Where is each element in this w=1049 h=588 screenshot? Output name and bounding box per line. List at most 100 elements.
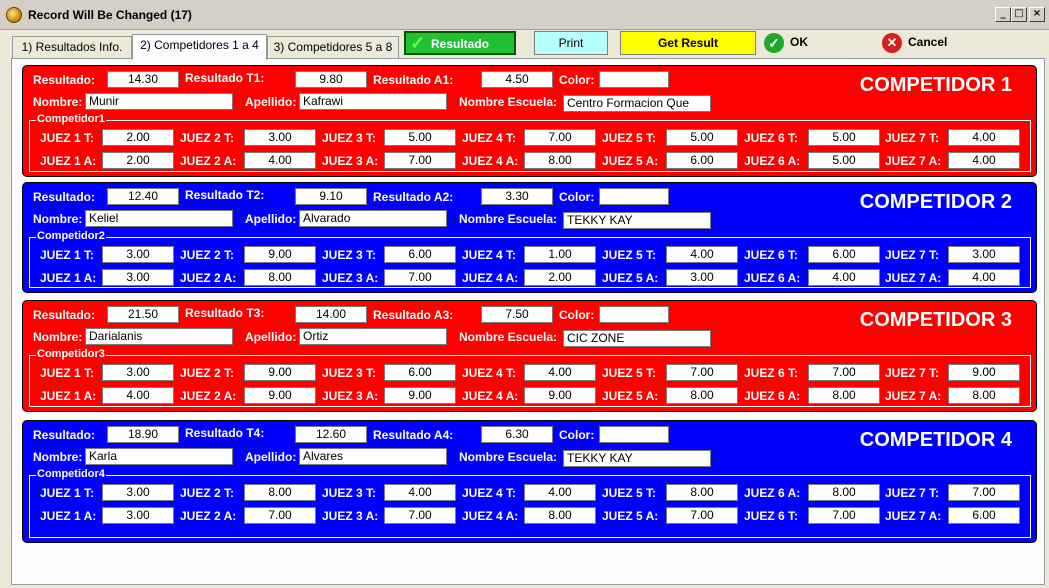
judge-score-field[interactable]: 7.00: [384, 152, 456, 169]
judge-score-field[interactable]: 8.00: [948, 387, 1020, 404]
judge-score-field[interactable]: 9.00: [384, 387, 456, 404]
resultado-a-field[interactable]: 6.30: [481, 426, 553, 443]
judge-score-field[interactable]: 7.00: [384, 269, 456, 286]
judge-score-field[interactable]: 7.00: [244, 507, 316, 524]
resultado-field[interactable]: 14.30: [107, 71, 179, 88]
escuela-field[interactable]: TEKKY KAY: [563, 450, 711, 467]
tab-resultados-info[interactable]: 1) Resultados Info.: [12, 36, 132, 59]
judge-score-field[interactable]: 6.00: [948, 507, 1020, 524]
judge-score-field[interactable]: 9.00: [244, 364, 316, 381]
judge-score-field[interactable]: 7.00: [384, 507, 456, 524]
judge-score-field[interactable]: 2.00: [102, 129, 174, 146]
judge-score-field[interactable]: 6.00: [666, 152, 738, 169]
judge-score-field[interactable]: 7.00: [524, 129, 596, 146]
judge-score-field[interactable]: 7.00: [808, 364, 880, 381]
resultado-button[interactable]: ✓ Resultado: [404, 31, 516, 55]
judge-score-field[interactable]: 2.00: [524, 269, 596, 286]
competitor-panel-3: Resultado: 21.50 Resultado T3: 14.00 Resulta…: [22, 300, 1037, 412]
judge-score-field[interactable]: 3.00: [102, 484, 174, 501]
judge-score-field[interactable]: 3.00: [102, 364, 174, 381]
tab-competidores-5-8[interactable]: 3) Competidores 5 a 8: [267, 36, 399, 59]
minimize-button[interactable]: _: [995, 7, 1011, 22]
nombre-field[interactable]: Keliel: [85, 210, 233, 227]
color-field[interactable]: [599, 188, 669, 205]
judge-score-field[interactable]: 8.00: [666, 484, 738, 501]
escuela-field[interactable]: CIC ZONE: [563, 330, 711, 347]
nombre-field[interactable]: Karla: [85, 448, 233, 465]
nombre-field[interactable]: Munir: [85, 93, 233, 110]
judge-score-field[interactable]: 4.00: [948, 152, 1020, 169]
judge-score-field[interactable]: 5.00: [808, 152, 880, 169]
nombre-label: Nombre:: [33, 95, 83, 109]
judge-score-field[interactable]: 8.00: [524, 507, 596, 524]
escuela-field[interactable]: TEKKY KAY: [563, 212, 711, 229]
judge-score-field[interactable]: 4.00: [524, 484, 596, 501]
judge-score-field[interactable]: 8.00: [666, 387, 738, 404]
color-field[interactable]: [599, 426, 669, 443]
cancel-button[interactable]: ✕ Cancel: [882, 31, 962, 55]
judge-score-field[interactable]: 2.00: [102, 152, 174, 169]
judge-score-field[interactable]: 5.00: [808, 129, 880, 146]
resultado-t-field[interactable]: 9.10: [295, 188, 367, 205]
judge-score-field[interactable]: 5.00: [666, 129, 738, 146]
color-field[interactable]: [599, 306, 669, 323]
apellido-field[interactable]: Kafrawi: [299, 93, 447, 110]
judge-score-field[interactable]: 8.00: [808, 484, 880, 501]
resultado-t-field[interactable]: 9.80: [295, 71, 367, 88]
judge-score-field[interactable]: 7.00: [808, 507, 880, 524]
resultado-a-field[interactable]: 7.50: [481, 306, 553, 323]
judge-score-field[interactable]: 5.00: [384, 129, 456, 146]
print-button[interactable]: Print: [534, 31, 608, 55]
judge-score-field[interactable]: 6.00: [384, 246, 456, 263]
judge-score-field[interactable]: 6.00: [808, 246, 880, 263]
judge-score-field[interactable]: 7.00: [666, 507, 738, 524]
judge-score-field[interactable]: 3.00: [102, 246, 174, 263]
apellido-field[interactable]: Ortiz: [299, 328, 447, 345]
judge-score-field[interactable]: 9.00: [948, 364, 1020, 381]
judge-score-field[interactable]: 8.00: [244, 484, 316, 501]
judge-label: JUEZ 3 A:: [322, 154, 379, 168]
resultado-t-field[interactable]: 12.60: [295, 426, 367, 443]
nombre-field[interactable]: Darialanis: [85, 328, 233, 345]
apellido-field[interactable]: Alvarado: [299, 210, 447, 227]
close-button[interactable]: ×: [1029, 7, 1045, 22]
judge-score-field[interactable]: 9.00: [244, 387, 316, 404]
judge-score-field[interactable]: 7.00: [948, 484, 1020, 501]
judge-score-field[interactable]: 7.00: [666, 364, 738, 381]
judge-score-field[interactable]: 1.00: [524, 246, 596, 263]
judge-score-field[interactable]: 9.00: [244, 246, 316, 263]
judge-score-field[interactable]: 6.00: [384, 364, 456, 381]
judge-score-field[interactable]: 4.00: [102, 387, 174, 404]
judge-score-field[interactable]: 3.00: [948, 246, 1020, 263]
escuela-field[interactable]: Centro Formacion Que: [563, 95, 711, 112]
judge-score-field[interactable]: 3.00: [102, 507, 174, 524]
judge-score-field[interactable]: 4.00: [948, 129, 1020, 146]
color-field[interactable]: [599, 71, 669, 88]
judge-score-field[interactable]: 9.00: [524, 387, 596, 404]
judge-score-field[interactable]: 4.00: [808, 269, 880, 286]
get-result-button[interactable]: Get Result: [620, 31, 756, 55]
judge-score-field[interactable]: 4.00: [666, 246, 738, 263]
resultado-a-field[interactable]: 4.50: [481, 71, 553, 88]
judge-score-field[interactable]: 4.00: [524, 364, 596, 381]
resultado-field[interactable]: 12.40: [107, 188, 179, 205]
judge-score-field[interactable]: 8.00: [524, 152, 596, 169]
judge-score-field[interactable]: 4.00: [948, 269, 1020, 286]
judge-score-field[interactable]: 8.00: [244, 269, 316, 286]
maximize-button[interactable]: □: [1011, 7, 1027, 22]
judge-score-field[interactable]: 3.00: [244, 129, 316, 146]
resultado-field[interactable]: 18.90: [107, 426, 179, 443]
apellido-field[interactable]: Alvares: [299, 448, 447, 465]
resultado-field[interactable]: 21.50: [107, 306, 179, 323]
judge-score-field[interactable]: 4.00: [244, 152, 316, 169]
resultado-t-field[interactable]: 14.00: [295, 306, 367, 323]
ok-button[interactable]: ✓ OK: [764, 31, 824, 55]
judge-score-field[interactable]: 4.00: [384, 484, 456, 501]
resultado-a-field[interactable]: 3.30: [481, 188, 553, 205]
judge-label: JUEZ 4 T:: [462, 248, 517, 262]
judge-score-field[interactable]: 3.00: [666, 269, 738, 286]
tab-competidores-1-4[interactable]: 2) Competidores 1 a 4: [132, 34, 267, 60]
judge-score-field[interactable]: 3.00: [102, 269, 174, 286]
judges-group: Competidor3 JUEZ 1 T: 3.00 JUEZ 2 T: 9.00 JUE…: [29, 348, 1031, 407]
judge-score-field[interactable]: 8.00: [808, 387, 880, 404]
